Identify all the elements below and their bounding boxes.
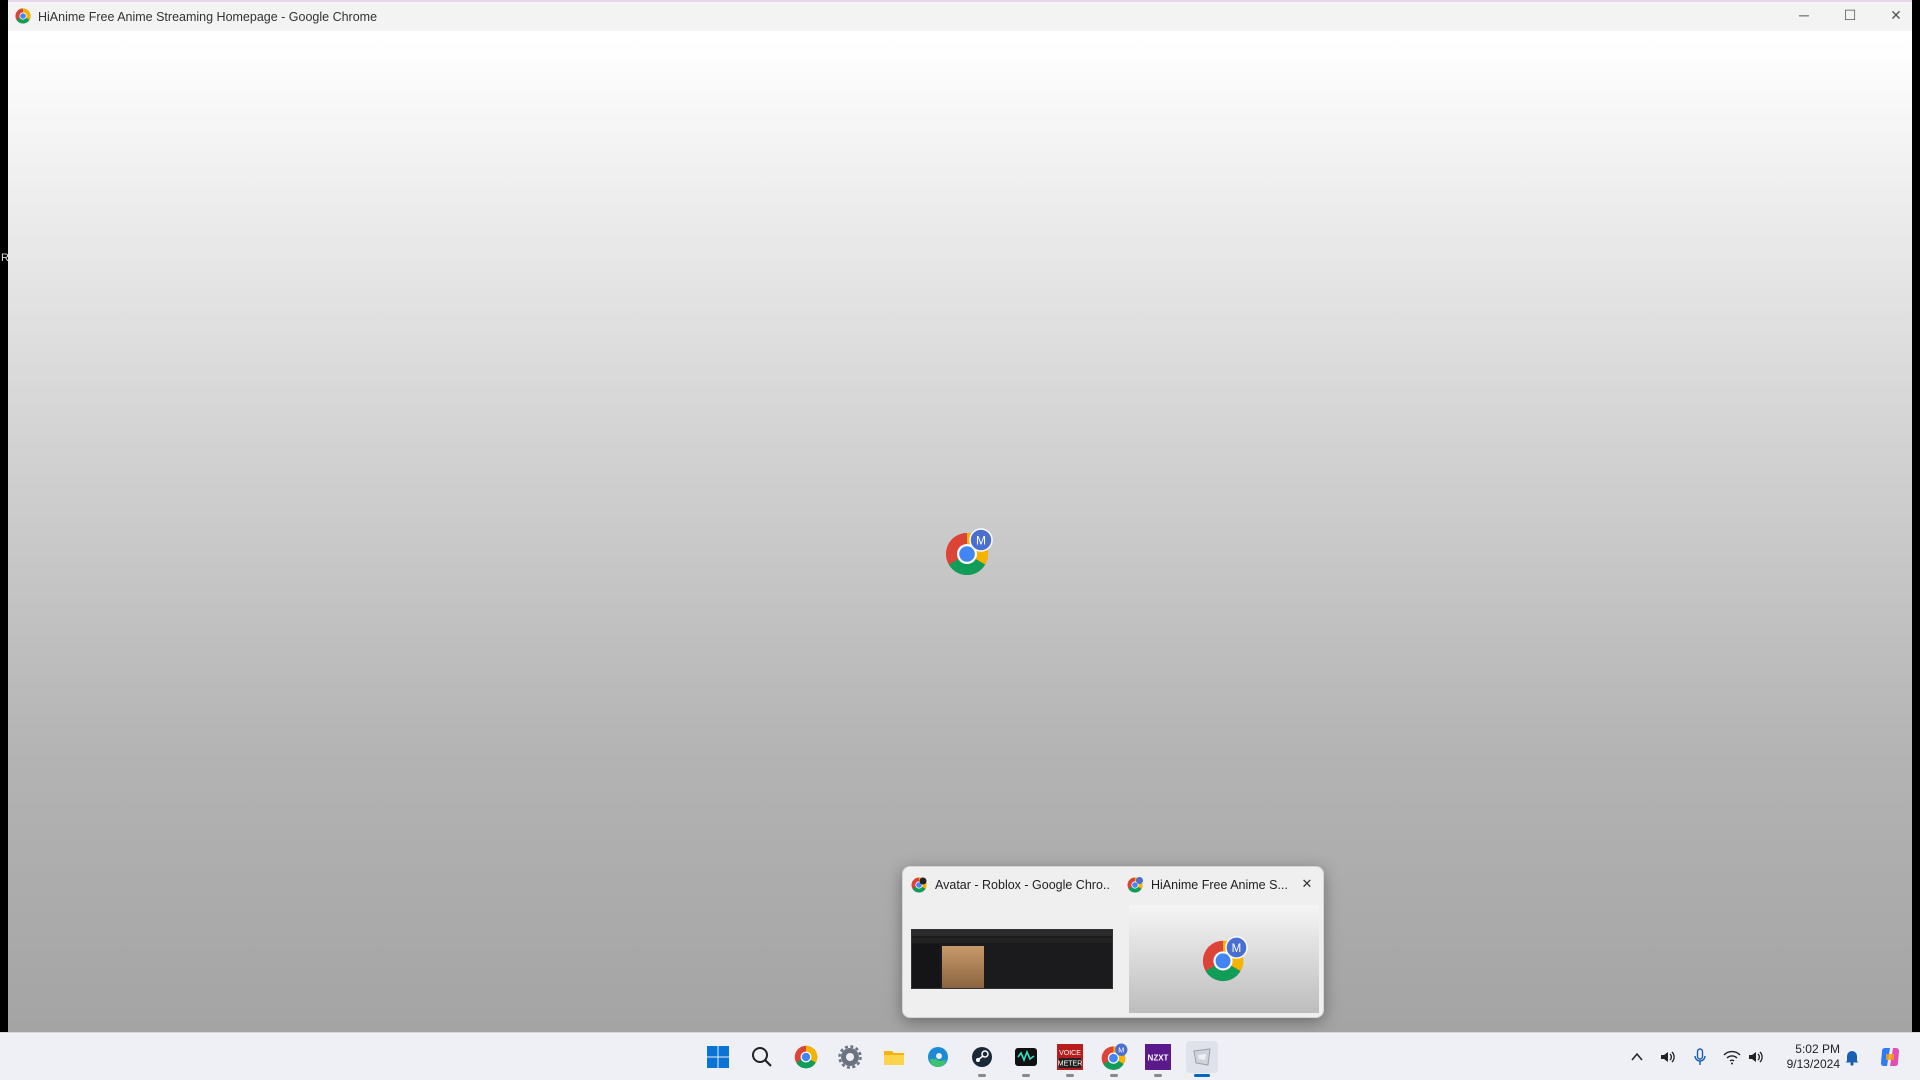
taskbar-voicemeeter[interactable]: VOICE METER <box>1054 1041 1086 1077</box>
show-hidden-icons-button[interactable] <box>1627 1047 1647 1067</box>
taskbar-wave[interactable] <box>1010 1041 1042 1077</box>
tray-copilot[interactable] <box>1877 1044 1903 1070</box>
chrome-icon <box>911 877 927 893</box>
folder-icon <box>884 1051 904 1065</box>
steam-icon <box>972 1047 992 1067</box>
search-button[interactable] <box>746 1041 778 1073</box>
taskbar-steam[interactable] <box>966 1041 998 1077</box>
preview-thumbnail <box>911 929 1113 989</box>
preview-label: HiAnime Free Anime S... <box>1151 878 1288 892</box>
taskbar-active-app[interactable] <box>1186 1041 1218 1077</box>
taskbar-preview-flyout: Avatar - Roblox - Google Chro... HiAnime… <box>902 866 1324 1018</box>
tray-wifi[interactable] <box>1722 1047 1742 1067</box>
svg-text:METER: METER <box>1058 1061 1083 1068</box>
chrome-icon <box>15 8 31 24</box>
taskbar-chrome[interactable] <box>790 1041 822 1073</box>
tray-volume[interactable] <box>1746 1047 1766 1067</box>
nzxt-icon: NZXT <box>1145 1044 1171 1070</box>
volume-icon <box>1749 1051 1763 1063</box>
window-title: HiAnime Free Anime Streaming Homepage - … <box>38 10 378 24</box>
microphone-icon <box>1694 1048 1706 1065</box>
preview-item-roblox[interactable]: Avatar - Roblox - Google Chro... <box>903 867 1119 1019</box>
generic-app-icon <box>1193 1048 1211 1066</box>
screen-left-edge: R <box>0 0 9 1032</box>
bell-icon <box>1845 1051 1859 1066</box>
svg-text:VOICE: VOICE <box>1059 1050 1081 1057</box>
start-button[interactable] <box>702 1041 734 1073</box>
speaker-icon <box>1661 1051 1675 1063</box>
chrome-profile-icon: M <box>1101 1043 1128 1070</box>
preview-label: Avatar - Roblox - Google Chro... <box>935 878 1111 892</box>
copilot-icon <box>1881 1048 1899 1066</box>
wifi-icon <box>1723 1050 1741 1065</box>
taskbar-nzxt[interactable]: NZXT <box>1142 1041 1174 1077</box>
windows-start-icon <box>707 1046 729 1068</box>
tray-speaker[interactable] <box>1658 1047 1678 1067</box>
chrome-profile-icon: M <box>1202 936 1248 982</box>
taskbar-file-explorer[interactable] <box>878 1041 910 1073</box>
preview-thumbnail: M <box>1129 905 1319 1013</box>
tray-microphone[interactable] <box>1690 1047 1710 1067</box>
edge-icon <box>928 1047 948 1067</box>
svg-text:M: M <box>1118 1046 1124 1055</box>
tray-notifications[interactable] <box>1842 1047 1862 1067</box>
taskbar: VOICE METER M NZXT 5:02 PM 9/13/2024 <box>0 1032 1920 1080</box>
close-button[interactable]: ✕ <box>1873 2 1912 28</box>
taskbar-clock[interactable]: 5:02 PM 9/13/2024 <box>1768 1042 1840 1072</box>
waveform-app-icon <box>1015 1048 1037 1066</box>
minimize-button[interactable]: ─ <box>1781 2 1827 28</box>
maximize-button[interactable]: ☐ <box>1827 2 1873 28</box>
chrome-profile-icon: M <box>945 528 993 576</box>
screen-right-edge <box>1912 0 1920 1032</box>
profile-badge: M <box>976 534 986 548</box>
gear-icon <box>838 1045 862 1069</box>
svg-text:M: M <box>1232 943 1242 955</box>
chevron-up-icon <box>1631 1052 1643 1061</box>
search-icon <box>752 1047 772 1067</box>
taskbar-chrome-profile[interactable]: M <box>1098 1041 1130 1077</box>
clock-date: 9/13/2024 <box>1786 1057 1840 1071</box>
window-titlebar[interactable]: HiAnime Free Anime Streaming Homepage - … <box>8 0 1912 31</box>
preview-item-hianime[interactable]: HiAnime Free Anime S... ✕ M <box>1119 867 1325 1019</box>
edge-text: R <box>1 252 9 264</box>
chrome-profile-icon <box>1127 877 1143 893</box>
taskbar-settings[interactable] <box>834 1041 866 1073</box>
svg-text:NZXT: NZXT <box>1148 1054 1169 1063</box>
voicemeeter-icon: VOICE METER <box>1057 1044 1083 1070</box>
clock-time: 5:02 PM <box>1795 1042 1840 1056</box>
chrome-icon <box>794 1045 818 1069</box>
preview-close-button[interactable]: ✕ <box>1299 876 1315 892</box>
taskbar-edge[interactable] <box>922 1041 954 1073</box>
